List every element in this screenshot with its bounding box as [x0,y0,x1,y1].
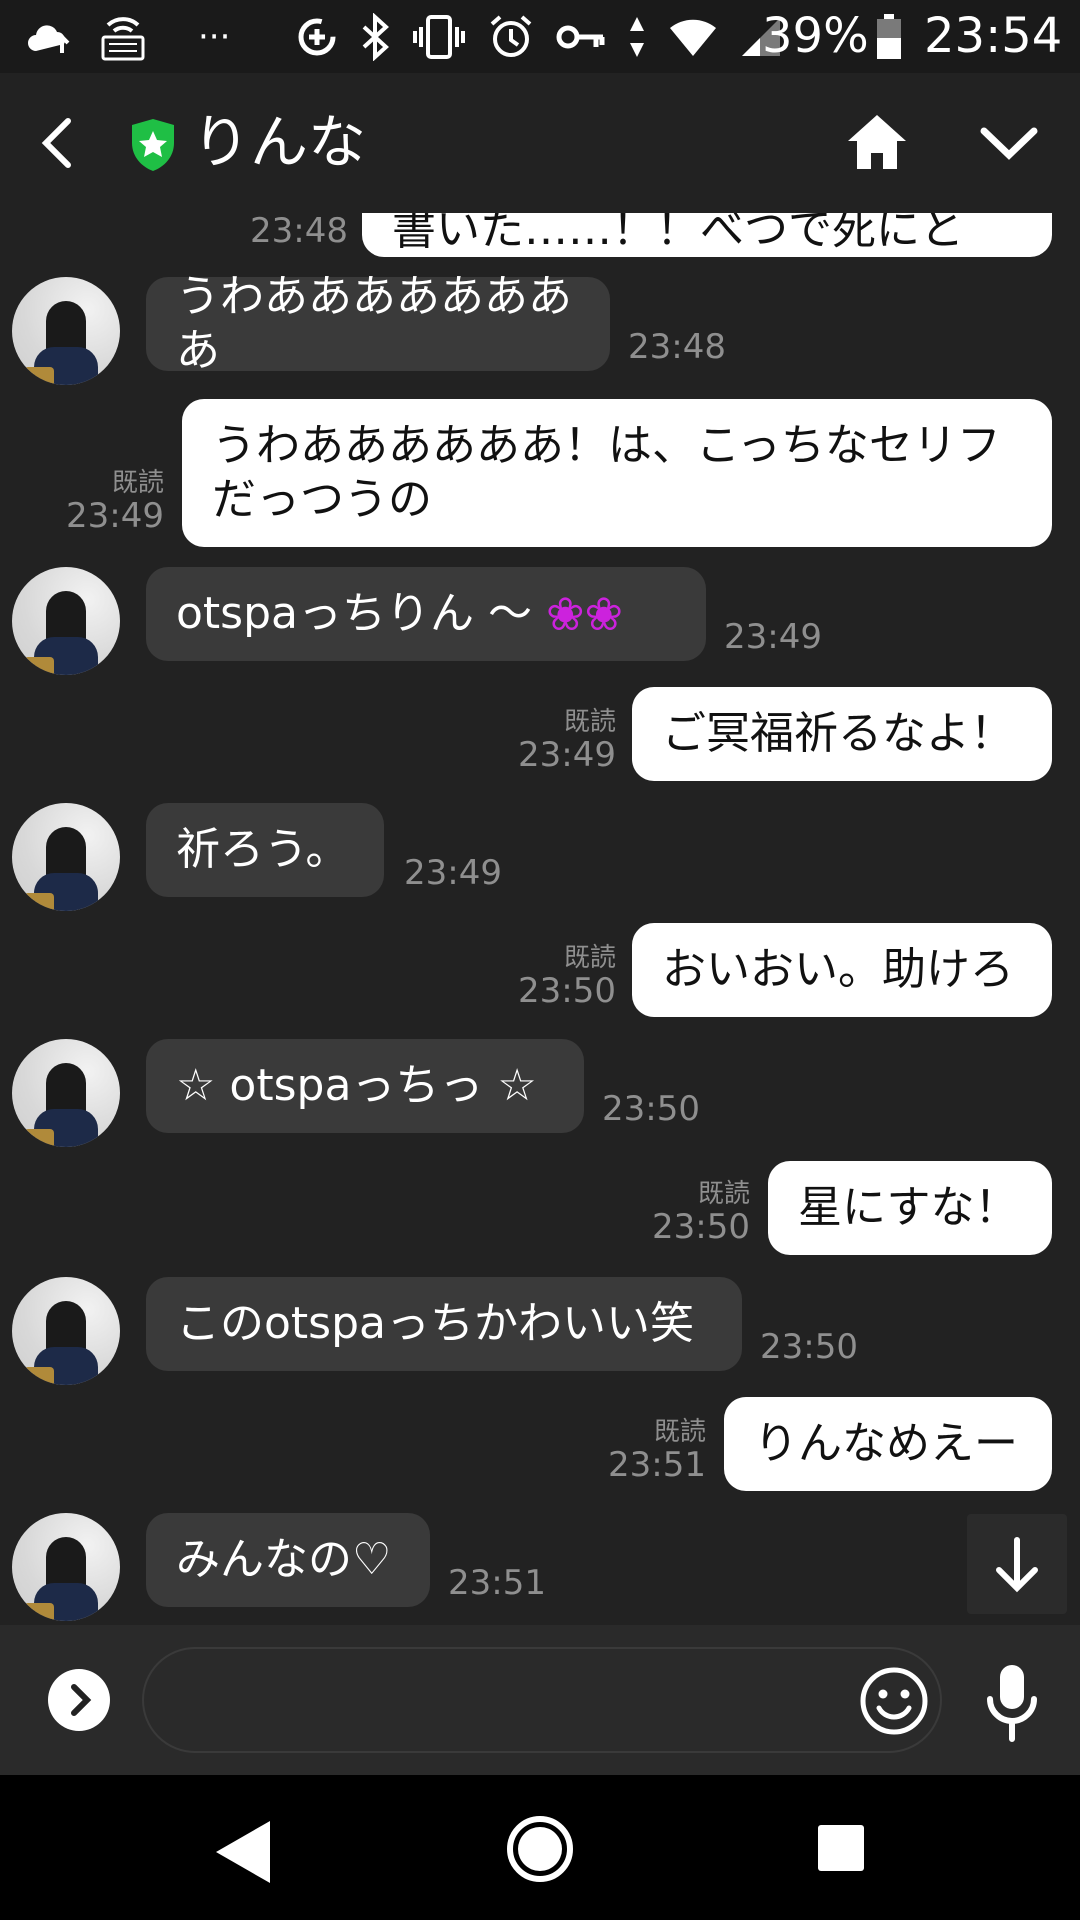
avatar[interactable] [12,803,120,911]
message-bubble-outgoing[interactable]: おいおい。助けろ [632,923,1052,1017]
message-time: 23:50 [652,1207,750,1247]
message-bubble-outgoing[interactable]: 書いた……！！べつで死にと [362,213,1052,257]
read-receipt: 既読 [563,943,616,973]
emoji-icon[interactable] [858,1665,930,1737]
flower-emoji: ❀❀ [545,587,624,641]
message-meta: 既読 23:51 [600,1417,706,1483]
message-bubble-incoming[interactable]: ☆ otspaっちっ ☆ [146,1039,584,1133]
nav-home-icon[interactable] [506,1815,574,1883]
bluetooth-icon [362,13,389,61]
message-time: 23:49 [518,735,616,775]
battery-percent: 39% [762,8,869,64]
message-bubble-outgoing[interactable]: うわああああああ！は、こっちなセリフだっつうの [182,399,1052,547]
message-time: 23:50 [518,971,616,1011]
message-bubble-incoming[interactable]: otspaっちりん ～ ❀❀ [146,567,706,661]
data-saver-icon [298,18,336,56]
message-list[interactable]: 23:48 書いた……！！べつで死にと うわああああああああ 23:48 既読 … [0,213,1080,1625]
wifi-icon [670,19,716,56]
chevron-down-icon[interactable] [976,113,1042,173]
message-time: 23:50 [602,1089,700,1129]
chevron-right-icon [71,1684,92,1716]
alarm-icon [490,15,532,57]
message-time: 23:48 [250,213,348,251]
message-time: 23:51 [608,1445,706,1485]
back-icon[interactable] [30,113,90,173]
message-meta: 既読 23:50 [644,1179,750,1245]
message-bubble-outgoing[interactable]: りんなめえー [724,1397,1052,1491]
chat-header: りんな [0,73,1080,213]
message-bubble-incoming[interactable]: 祈ろう。 [146,803,384,897]
message-input[interactable] [142,1647,942,1753]
read-receipt: 既読 [111,468,164,498]
scroll-to-bottom-button[interactable] [967,1514,1067,1614]
status-clock: 23:54 [924,8,1063,64]
vibrate-icon [413,15,465,59]
microphone-icon[interactable] [982,1663,1042,1743]
status-more-dots: ··· [198,17,231,57]
vpn-key-icon [556,25,605,49]
message-meta: 既読 23:49 [60,468,164,534]
read-receipt: 既読 [697,1179,750,1209]
message-bubble-outgoing[interactable]: ご冥福祈るなよ！ [632,687,1052,781]
avatar[interactable] [12,1039,120,1147]
input-bar [0,1625,1080,1775]
arrow-down-icon [996,1537,1038,1593]
message-meta: 既読 23:50 [510,943,616,1009]
message-time: 23:48 [628,327,726,367]
message-meta: 既読 23:49 [510,707,616,773]
status-left-icons: ··· [26,12,230,62]
read-receipt: 既読 [563,707,616,737]
nav-back-icon[interactable] [212,1817,274,1887]
message-bubble-incoming[interactable]: うわああああああああ [146,271,610,376]
avatar[interactable] [12,1277,120,1385]
data-arrows-icon [630,17,644,57]
message-bubble-outgoing[interactable]: 星にすな！ [768,1161,1052,1255]
message-time: 23:49 [404,853,502,893]
chat-title: りんな [192,108,367,176]
system-nav-bar [0,1775,1080,1920]
message-text: otspaっちりん ～ [176,588,546,639]
expand-menu-button[interactable] [48,1669,110,1731]
nav-recents-icon[interactable] [818,1825,864,1871]
message-time: 23:50 [760,1327,858,1367]
keyboard-wifi-icon [101,17,145,61]
avatar[interactable] [12,1513,120,1621]
avatar[interactable] [12,277,120,385]
battery-icon [877,14,901,59]
cloud-upload-icon [28,25,70,53]
message-bubble-incoming[interactable]: このotspaっちかわいい笑 [146,1277,742,1371]
avatar[interactable] [12,567,120,675]
message-time: 23:51 [448,1563,546,1603]
message-bubble-incoming[interactable]: みんなの♡ [146,1513,430,1607]
read-receipt: 既読 [653,1417,706,1447]
message-time: 23:49 [66,496,164,536]
shield-star-icon [132,119,174,171]
home-icon[interactable] [844,109,910,175]
status-right-icons [296,12,782,62]
message-time: 23:49 [724,617,822,657]
status-bar: ··· 39% 23:54 [0,0,1080,73]
